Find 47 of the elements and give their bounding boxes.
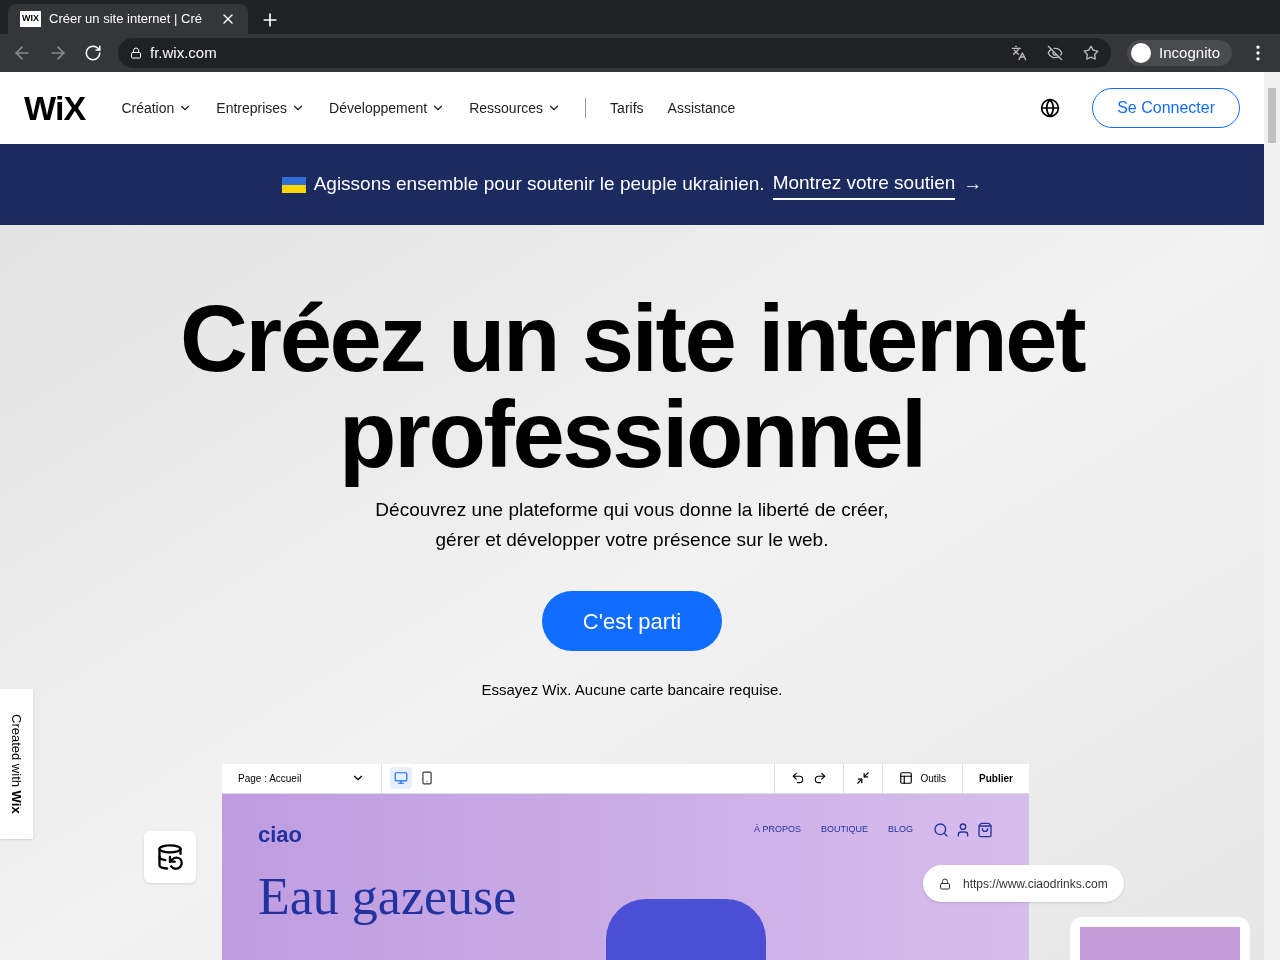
desktop-icon	[394, 771, 408, 785]
site-logo: ciao	[258, 820, 303, 849]
nav-link[interactable]: Développement	[317, 97, 458, 119]
collapse-icon[interactable]	[855, 771, 870, 785]
reload-icon[interactable]	[84, 44, 102, 62]
globe-icon[interactable]	[1040, 98, 1061, 118]
lock-icon	[939, 877, 951, 890]
star-icon[interactable]	[1083, 45, 1100, 61]
bag-icon[interactable]	[977, 822, 993, 838]
site-menu-link[interactable]: BOUTIQUE	[820, 823, 868, 837]
user-icon[interactable]	[955, 822, 971, 838]
arrow-text: →	[963, 172, 983, 197]
nav-link[interactable]: Création	[109, 97, 205, 119]
tools-button[interactable]: Outils	[881, 763, 963, 793]
mobile-icon	[420, 771, 434, 785]
url-pill: https://www.ciaodrinks.com	[923, 865, 1124, 902]
page-select[interactable]: Page : Accueil	[222, 763, 382, 793]
flag-icon	[281, 176, 306, 193]
start-button[interactable]: C'est parti	[542, 591, 722, 651]
url-text: fr.wix.com	[150, 42, 217, 63]
profile-button[interactable]: Incognito	[1127, 40, 1232, 66]
panel-layout-icon	[898, 771, 913, 785]
site-heading: Eau gazeuse	[258, 870, 517, 927]
translate-icon[interactable]	[1011, 45, 1028, 61]
hero-subtitle: Découvrez une plateforme qui vous donne la liberté de créer, gérer et développer votre présence sur le web.	[375, 498, 889, 552]
lock-icon	[130, 47, 142, 59]
address-bar[interactable]: fr.wix.com	[118, 38, 1112, 68]
desktop-view-button[interactable]	[390, 767, 412, 789]
favicon-icon: WIX	[20, 11, 41, 27]
search-icon[interactable]	[933, 822, 949, 838]
nav-link[interactable]: Ressources	[457, 97, 574, 119]
support-link[interactable]: Montrez votre soutien	[772, 169, 956, 200]
trial-note: Essayez Wix. Aucune carte bancaire requise.	[481, 680, 783, 700]
site-menu-link[interactable]: À PROPOS	[753, 823, 801, 837]
wix-logo[interactable]: WiX	[24, 91, 86, 125]
undo-icon[interactable]	[790, 771, 805, 785]
browser-tab[interactable]: WIX Créer un site internet | Cré	[8, 4, 248, 34]
banner-text: Agissons ensemble pour soutenir le peuple ukrainien.	[313, 172, 765, 197]
nav-link[interactable]: Entreprises	[204, 97, 318, 119]
badge-text: Created with Wix	[8, 714, 26, 814]
nav-link[interactable]: Assistance	[655, 97, 748, 119]
publish-button[interactable]: Publier	[962, 763, 1029, 793]
nav-link[interactable]: Tarifs	[598, 97, 656, 119]
redo-icon[interactable]	[812, 771, 827, 785]
eye-off-icon[interactable]	[1047, 45, 1064, 61]
tab-title: Créer un site internet | Cré	[49, 10, 202, 29]
site-menu-link[interactable]: BLOG	[888, 823, 913, 837]
